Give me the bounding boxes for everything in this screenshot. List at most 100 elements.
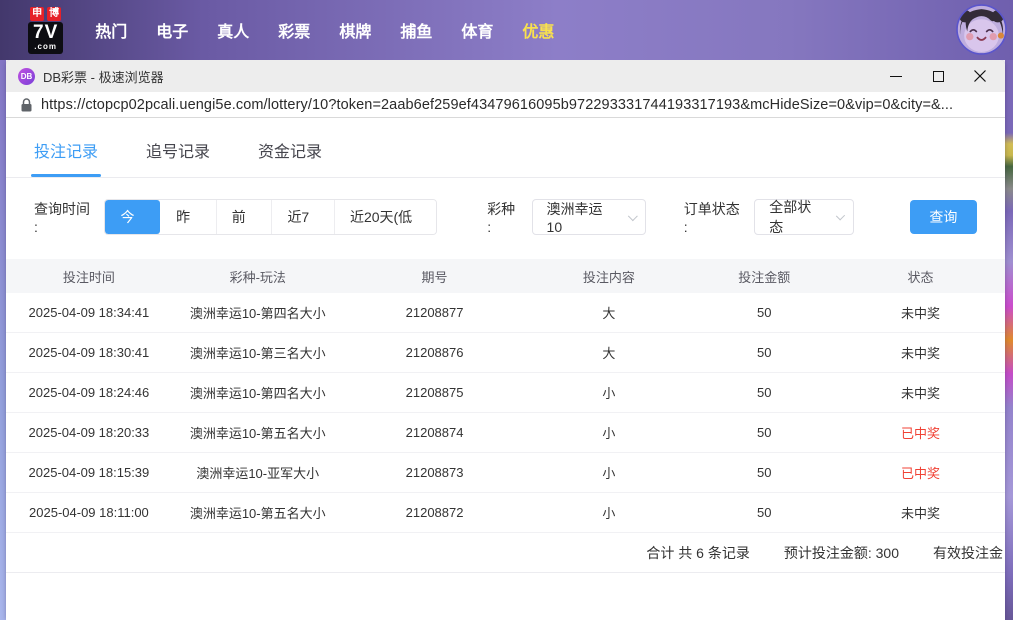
table-summary-row: 合计 共 6 条记录 预计投注金额: 300 有效投注金 — [6, 533, 1005, 573]
table-body: 2025-04-09 18:34:41 澳洲幸运10-第四名大小 2120887… — [6, 293, 1005, 533]
cell-bet-time: 2025-04-09 18:34:41 — [6, 305, 172, 320]
cell-bet-amount: 50 — [692, 385, 836, 400]
logo-box: 7V .com — [28, 22, 63, 54]
column-header-game-play: 彩种-玩法 — [172, 267, 344, 286]
cell-status: 未中奖 — [836, 503, 1005, 522]
cell-bet-content: 大 — [525, 343, 692, 362]
browser-window: DB DB彩票 - 极速浏览器 https://ctopcp02pcali.ue… — [6, 60, 1005, 620]
cell-game-play: 澳洲幸运10-第五名大小 — [172, 503, 344, 522]
cell-issue: 21208872 — [344, 505, 526, 520]
nav-item-promo[interactable]: 优惠 — [522, 18, 554, 42]
nav-item-slots[interactable]: 电子 — [156, 18, 188, 42]
main-navigation: 热门 电子 真人 彩票 棋牌 捕鱼 体育 优惠 — [95, 18, 554, 42]
nav-item-fishing[interactable]: 捕鱼 — [400, 18, 432, 42]
tab-fund-records[interactable]: 资金记录 — [258, 138, 322, 177]
cell-issue: 21208876 — [344, 345, 526, 360]
cell-bet-content: 小 — [525, 423, 692, 442]
cell-game-play: 澳洲幸运10-第四名大小 — [172, 383, 344, 402]
cell-bet-time: 2025-04-09 18:24:46 — [6, 385, 172, 400]
summary-total-records: 合计 共 6 条记录 — [646, 543, 749, 563]
minimize-button[interactable] — [875, 60, 917, 92]
site-header: 申 博 7V .com 热门 电子 真人 彩票 棋牌 捕鱼 体育 优惠 — [0, 0, 1013, 60]
cell-bet-amount: 50 — [692, 505, 836, 520]
table-row: 2025-04-09 18:34:41 澳洲幸运10-第四名大小 2120887… — [6, 293, 1005, 333]
logo-sub-text: .com — [33, 43, 58, 51]
nav-item-live[interactable]: 真人 — [217, 18, 249, 42]
lottery-records-page: 投注记录 追号记录 资金记录 查询时间 : 今天 昨天 前天 近7天 近20天(… — [6, 118, 1005, 619]
cell-issue: 21208875 — [344, 385, 526, 400]
nav-item-sports[interactable]: 体育 — [461, 18, 493, 42]
cell-bet-content: 大 — [525, 303, 692, 322]
lottery-select-value: 澳洲幸运10 — [547, 199, 613, 235]
browser-favicon-icon: DB — [18, 68, 35, 85]
table-row: 2025-04-09 18:11:00 澳洲幸运10-第五名大小 2120887… — [6, 493, 1005, 533]
cell-bet-amount: 50 — [692, 425, 836, 440]
cell-status: 未中奖 — [836, 343, 1005, 362]
cell-bet-time: 2025-04-09 18:20:33 — [6, 425, 172, 440]
filter-today[interactable]: 今天 — [105, 200, 160, 234]
close-button[interactable] — [959, 60, 1001, 92]
filter-yesterday[interactable]: 昨天 — [160, 200, 216, 234]
user-avatar[interactable] — [956, 4, 1007, 55]
column-header-status: 状态 — [836, 267, 1005, 286]
records-tabs: 投注记录 追号记录 资金记录 — [6, 118, 1005, 178]
table-row: 2025-04-09 18:30:41 澳洲幸运10-第三名大小 2120887… — [6, 333, 1005, 373]
close-icon — [974, 70, 986, 82]
column-header-issue: 期号 — [344, 267, 526, 286]
summary-valid-amount: 有效投注金 — [933, 543, 1003, 563]
table-row: 2025-04-09 18:15:39 澳洲幸运10-亚军大小 21208873… — [6, 453, 1005, 493]
table-header-row: 投注时间 彩种-玩法 期号 投注内容 投注金额 状态 — [6, 259, 1005, 293]
url-text: https://ctopcp02pcali.uengi5e.com/lotter… — [41, 97, 953, 113]
cell-bet-time: 2025-04-09 18:30:41 — [6, 345, 172, 360]
lottery-select-label: 彩种 : — [487, 199, 520, 235]
cell-status: 未中奖 — [836, 303, 1005, 322]
logo-badge-bo: 博 — [47, 7, 61, 21]
maximize-button[interactable] — [917, 60, 959, 92]
records-table: 投注时间 彩种-玩法 期号 投注内容 投注金额 状态 2025-04-09 18… — [6, 259, 1005, 573]
nav-item-chess[interactable]: 棋牌 — [339, 18, 371, 42]
page-edge-right — [1005, 60, 1013, 620]
nav-item-lottery[interactable]: 彩票 — [278, 18, 310, 42]
filter-day-before[interactable]: 前天 — [216, 200, 272, 234]
cell-game-play: 澳洲幸运10-第四名大小 — [172, 303, 344, 322]
time-filter-group: 今天 昨天 前天 近7天 近20天(低频) — [104, 199, 437, 235]
chevron-down-icon — [628, 211, 638, 221]
cell-bet-content: 小 — [525, 503, 692, 522]
maximize-icon — [933, 71, 944, 82]
window-controls — [875, 60, 1001, 92]
cell-status: 已中奖 — [836, 423, 1005, 442]
site-logo[interactable]: 申 博 7V .com — [28, 7, 63, 54]
cell-status: 已中奖 — [836, 463, 1005, 482]
cell-game-play: 澳洲幸运10-第五名大小 — [172, 423, 344, 442]
minimize-icon — [890, 76, 902, 77]
column-header-bet-content: 投注内容 — [525, 267, 692, 286]
tab-bet-records[interactable]: 投注记录 — [34, 138, 98, 177]
table-row: 2025-04-09 18:24:46 澳洲幸运10-第四名大小 2120887… — [6, 373, 1005, 413]
cell-bet-time: 2025-04-09 18:15:39 — [6, 465, 172, 480]
window-titlebar: DB DB彩票 - 极速浏览器 — [6, 60, 1005, 92]
order-status-label: 订单状态 : — [684, 199, 743, 235]
summary-expected-amount: 预计投注金额: 300 — [784, 543, 899, 563]
filter-last-7-days[interactable]: 近7天 — [271, 200, 334, 234]
avatar-image — [956, 4, 1007, 55]
nav-item-hot[interactable]: 热门 — [95, 18, 127, 42]
window-title: DB彩票 - 极速浏览器 — [43, 67, 164, 86]
table-row: 2025-04-09 18:20:33 澳洲幸运10-第五名大小 2120887… — [6, 413, 1005, 453]
query-button[interactable]: 查询 — [910, 200, 977, 234]
cell-issue: 21208874 — [344, 425, 526, 440]
tab-chase-records[interactable]: 追号记录 — [146, 138, 210, 177]
order-status-select[interactable]: 全部状态 — [754, 199, 854, 235]
time-filter-label: 查询时间 : — [34, 199, 93, 235]
filter-bar: 查询时间 : 今天 昨天 前天 近7天 近20天(低频) 彩种 : 澳洲幸运10… — [6, 178, 1005, 259]
cell-bet-amount: 50 — [692, 345, 836, 360]
address-bar[interactable]: https://ctopcp02pcali.uengi5e.com/lotter… — [6, 92, 1005, 118]
cell-bet-amount: 50 — [692, 465, 836, 480]
cell-issue: 21208873 — [344, 465, 526, 480]
cell-bet-content: 小 — [525, 383, 692, 402]
lottery-select[interactable]: 澳洲幸运10 — [532, 199, 646, 235]
logo-main-text: 7V — [33, 23, 58, 42]
cell-bet-content: 小 — [525, 463, 692, 482]
column-header-bet-amount: 投注金额 — [692, 267, 836, 286]
chevron-down-icon — [836, 211, 846, 221]
filter-last-20-days[interactable]: 近20天(低频) — [334, 200, 436, 234]
